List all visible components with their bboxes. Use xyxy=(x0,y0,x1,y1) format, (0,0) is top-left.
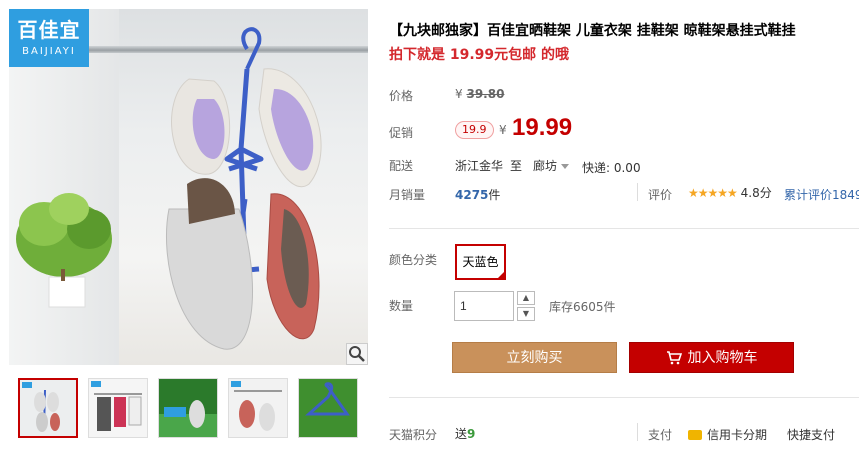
original-price: ¥ 39.80 xyxy=(455,87,504,101)
thumbnail[interactable] xyxy=(88,378,148,438)
add-to-cart-button[interactable]: 加入购物车 xyxy=(629,342,794,373)
color-label: 颜色分类 xyxy=(389,253,438,267)
thumbnail[interactable] xyxy=(228,378,288,438)
currency-symbol: ¥ xyxy=(455,87,463,101)
currency-symbol: ¥ xyxy=(499,123,507,137)
chevron-down-icon xyxy=(560,164,569,169)
points: 送9 xyxy=(455,425,475,442)
stock-count: 库存6605件 xyxy=(549,300,616,314)
color-option-label: 天蓝色 xyxy=(462,255,499,269)
rating-score: 4.8分 xyxy=(740,186,772,200)
shipping-label: 配送 xyxy=(389,159,414,173)
color-option-selected[interactable]: 天蓝色 xyxy=(455,244,506,280)
main-product-image[interactable]: 百佳宜 BAIJIAYI xyxy=(9,9,368,365)
points-prefix: 送 xyxy=(455,427,468,441)
monthly-sales: 4275件 xyxy=(455,186,500,203)
divider xyxy=(389,397,859,398)
shipping-to-word: 至 xyxy=(510,159,523,173)
cart-icon xyxy=(666,351,682,365)
brand-name-en: BAIJIAYI xyxy=(22,46,76,57)
price-label: 价格 xyxy=(389,89,414,103)
monthly-sales-label: 月销量 xyxy=(389,188,426,202)
monthly-sales-unit: 件 xyxy=(488,188,501,202)
total-reviews-link[interactable]: 累计评价1849 xyxy=(784,186,859,203)
promo-badge: 19.9 xyxy=(455,121,494,139)
credit-card-icon xyxy=(688,429,702,440)
quantity-label: 数量 xyxy=(389,299,414,313)
add-to-cart-label: 加入购物车 xyxy=(687,350,758,366)
brand-logo: 百佳宜 BAIJIAYI xyxy=(9,9,89,67)
original-price-value: 39.80 xyxy=(466,87,505,101)
selected-check-icon xyxy=(496,270,506,280)
shipping-from: 浙江金华 xyxy=(455,159,504,173)
quantity-decrease-button[interactable]: ▼ xyxy=(517,307,535,321)
potted-plant xyxy=(16,193,112,308)
quick-pay[interactable]: 快捷支付 xyxy=(787,426,835,443)
divider xyxy=(637,183,638,201)
quantity-increase-button[interactable]: ▲ xyxy=(517,291,535,305)
points-label: 天猫积分 xyxy=(389,428,438,442)
rating-label: 评价 xyxy=(648,188,673,202)
credit-card-label: 信用卡分期 xyxy=(707,428,768,442)
divider xyxy=(389,228,859,229)
thumbnail[interactable] xyxy=(158,378,218,438)
divider xyxy=(637,423,638,441)
brand-tag xyxy=(91,381,101,387)
promo-price: 19.99 xyxy=(512,114,573,141)
product-title: 【九块邮独家】百佳宜晒鞋架 儿童衣架 挂鞋架 晾鞋架悬挂式鞋挂 xyxy=(389,23,796,39)
thumbnail[interactable] xyxy=(18,378,78,438)
shipping-destination: 廊坊 xyxy=(533,159,558,173)
rating: ★★★★★ 4.8分 xyxy=(688,184,772,201)
star-icon: ★★★★★ xyxy=(688,186,738,200)
buy-now-button[interactable]: 立刻购买 xyxy=(452,342,617,373)
express-fee: 快递: 0.00 xyxy=(582,161,641,175)
thumbnail[interactable] xyxy=(298,378,358,438)
brand-tag xyxy=(231,381,241,387)
credit-card-installment[interactable]: 信用卡分期 xyxy=(688,426,767,443)
shipping-destination-select[interactable]: 廊坊 xyxy=(533,157,569,174)
promo-label: 促销 xyxy=(389,126,414,140)
monthly-sales-count: 4275 xyxy=(455,188,489,202)
brand-name-cn: 百佳宜 xyxy=(17,18,81,42)
quantity-input[interactable]: 1 xyxy=(454,291,514,321)
brand-tag xyxy=(22,382,32,388)
points-value: 9 xyxy=(467,427,476,441)
product-subtitle: 拍下就是 19.99元包邮 的哦 xyxy=(389,47,570,63)
magnifier-icon[interactable] xyxy=(346,343,368,365)
payment-label: 支付 xyxy=(648,428,673,442)
